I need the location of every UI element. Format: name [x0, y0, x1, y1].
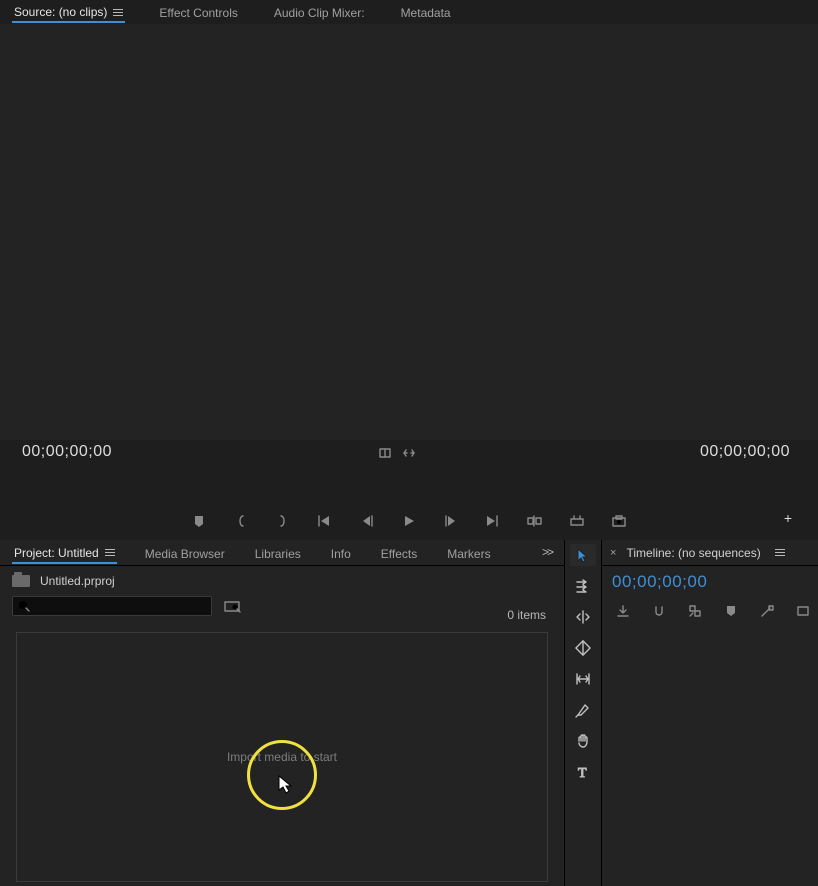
tab-effects-label: Effects [381, 547, 417, 561]
export-frame-icon[interactable] [610, 512, 628, 530]
tab-audio-mixer-label: Audio Clip Mixer: [274, 6, 365, 20]
project-search-box[interactable] [12, 596, 212, 616]
project-file-icon [12, 575, 30, 587]
snap-icon[interactable] [650, 602, 668, 620]
timeline-settings-icon[interactable] [758, 602, 776, 620]
ripple-edit-tool-icon[interactable] [570, 606, 596, 628]
panel-menu-icon[interactable] [113, 9, 123, 16]
button-editor-icon[interactable]: + [784, 510, 792, 526]
project-search-input[interactable] [31, 597, 211, 615]
project-file-name[interactable]: Untitled.prproj [40, 574, 115, 588]
fit-icon[interactable] [378, 446, 392, 460]
tab-markers[interactable]: Markers [445, 543, 492, 563]
slip-tool-icon[interactable] [570, 668, 596, 690]
close-panel-icon[interactable]: × [610, 547, 616, 559]
project-panel: Project: Untitled Media Browser Librarie… [0, 540, 564, 886]
pen-tool-icon[interactable] [570, 699, 596, 721]
tab-source-label: Source: (no clips) [14, 5, 107, 19]
play-icon[interactable] [400, 512, 418, 530]
timeline-title[interactable]: Timeline: (no sequences) [626, 546, 760, 560]
new-search-bin-icon[interactable] [224, 599, 242, 613]
panel-menu-icon[interactable] [775, 549, 785, 556]
nest-sequence-icon[interactable] [614, 602, 632, 620]
source-timecode-left[interactable]: 00;00;00;00 [22, 443, 112, 461]
tab-markers-label: Markers [447, 547, 490, 561]
timeline-tab-row: × Timeline: (no sequences) [602, 540, 818, 566]
mark-in-icon[interactable] [232, 512, 250, 530]
tab-info-label: Info [331, 547, 351, 561]
tab-project[interactable]: Project: Untitled [12, 542, 117, 564]
project-search-row [0, 596, 564, 616]
step-back-icon[interactable] [358, 512, 376, 530]
add-marker-icon[interactable] [190, 512, 208, 530]
tab-audio-clip-mixer[interactable]: Audio Clip Mixer: [272, 2, 367, 22]
go-to-in-icon[interactable] [316, 512, 334, 530]
source-panel: Source: (no clips) Effect Controls Audio… [0, 0, 818, 540]
tab-overflow-icon[interactable]: >> [542, 545, 552, 559]
resolution-icon[interactable] [402, 446, 416, 460]
razor-tool-icon[interactable] [570, 637, 596, 659]
search-icon [17, 599, 31, 613]
panel-menu-icon[interactable] [105, 549, 115, 556]
tab-metadata[interactable]: Metadata [399, 2, 453, 22]
type-tool-icon[interactable]: T [570, 761, 596, 783]
svg-text:T: T [578, 766, 587, 781]
selection-tool-icon[interactable] [570, 544, 596, 566]
project-drop-hint: Import media to start [227, 750, 337, 764]
source-viewport[interactable] [0, 24, 818, 440]
timeline-button-row [602, 592, 818, 620]
tab-effects[interactable]: Effects [379, 543, 419, 563]
go-to-out-icon[interactable] [484, 512, 502, 530]
timeline-panel: × Timeline: (no sequences) 00;00;00;00 [602, 540, 818, 886]
tab-project-label: Project: Untitled [14, 546, 99, 560]
hand-tool-icon[interactable] [570, 730, 596, 752]
tab-source[interactable]: Source: (no clips) [12, 1, 125, 23]
step-forward-icon[interactable] [442, 512, 460, 530]
tab-media-browser[interactable]: Media Browser [143, 543, 227, 563]
tab-media-browser-label: Media Browser [145, 547, 225, 561]
timeline-timecode[interactable]: 00;00;00;00 [602, 566, 818, 592]
insert-icon[interactable] [526, 512, 544, 530]
tab-libraries-label: Libraries [255, 547, 301, 561]
project-tab-strip: Project: Untitled Media Browser Librarie… [0, 540, 564, 566]
tab-effect-controls-label: Effect Controls [159, 6, 237, 20]
source-time-ruler[interactable] [0, 466, 818, 492]
track-select-forward-tool-icon[interactable] [570, 575, 596, 597]
timeline-display-settings-icon[interactable] [794, 602, 812, 620]
source-tab-strip: Source: (no clips) Effect Controls Audio… [0, 0, 818, 24]
tab-effect-controls[interactable]: Effect Controls [157, 2, 239, 22]
project-file-row: Untitled.prproj [0, 566, 564, 596]
add-marker-icon[interactable] [722, 602, 740, 620]
tab-metadata-label: Metadata [401, 6, 451, 20]
overwrite-icon[interactable] [568, 512, 586, 530]
source-transport-bar: + [0, 500, 818, 536]
mark-out-icon[interactable] [274, 512, 292, 530]
tab-info[interactable]: Info [329, 543, 353, 563]
tab-libraries[interactable]: Libraries [253, 543, 303, 563]
project-items-count: 0 items [507, 608, 546, 622]
source-timecode-right[interactable]: 00;00;00;00 [700, 443, 790, 461]
linked-selection-icon[interactable] [686, 602, 704, 620]
project-drop-zone[interactable]: Import media to start [16, 632, 548, 882]
tools-toolbar: T [564, 540, 602, 886]
source-timebar: 00;00;00;00 00;00;00;00 [0, 440, 818, 466]
